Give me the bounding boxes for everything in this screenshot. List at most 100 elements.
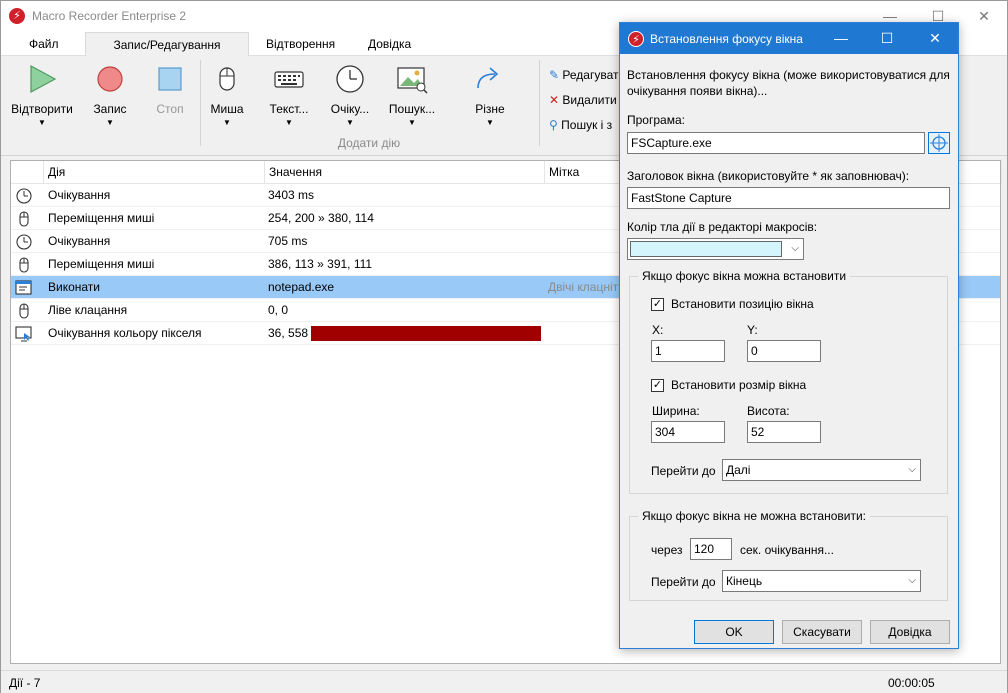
- row-value-text: 386, 113 » 391, 111: [268, 257, 373, 271]
- mouse-button[interactable]: Миша ▼: [193, 62, 261, 127]
- row-label: [548, 184, 620, 207]
- tab-record-edit[interactable]: Запис/Редагування: [85, 32, 249, 56]
- row-label: [548, 207, 620, 230]
- wait-label: Очіку...: [330, 102, 370, 116]
- record-button[interactable]: Запис ▼: [76, 62, 144, 127]
- fail-goto-select[interactable]: Кінець ⌵: [722, 570, 921, 592]
- row-value: 3403 ms: [268, 184, 544, 207]
- tab-playback[interactable]: Відтворення: [252, 32, 349, 56]
- color-swatch: [630, 241, 782, 257]
- mouse-icon: [219, 67, 235, 91]
- mouse-icon: [15, 302, 33, 320]
- row-action: Очікування кольору пікселя: [48, 326, 202, 340]
- set-size-checkbox[interactable]: ✓: [651, 379, 664, 392]
- clock-icon: [15, 187, 33, 205]
- program-input[interactable]: FSCapture.exe: [627, 132, 925, 154]
- chevron-down-icon: ⌵: [908, 464, 916, 475]
- bg-color-select[interactable]: ⌵: [627, 238, 804, 260]
- monitor-pixel-icon: [15, 325, 33, 343]
- fail-goto-value: Кінець: [726, 574, 763, 588]
- width-label: Ширина:: [652, 404, 700, 418]
- keyboard-icon: [274, 71, 304, 88]
- row-value-text: 0, 0: [268, 303, 289, 317]
- header-action[interactable]: Дія: [44, 161, 265, 184]
- delete-x-icon: ✕: [549, 93, 560, 107]
- stop-icon: [158, 67, 182, 91]
- tab-file[interactable]: Файл: [15, 32, 73, 56]
- dialog-minimize-button[interactable]: —: [818, 23, 864, 54]
- redo-arrow-icon: [477, 67, 499, 89]
- row-value: notepad.exe: [268, 276, 544, 299]
- help-button[interactable]: Довідка: [870, 620, 950, 644]
- play-label: Відтворити: [11, 102, 73, 116]
- status-bar: Дії - 7 00:00:05: [1, 670, 1007, 693]
- dialog-title-bar: ⚡ Встановлення фокусу вікна — ☐ ✕: [620, 23, 958, 54]
- header-value[interactable]: Значення: [265, 161, 545, 184]
- header-icon-column: [11, 161, 44, 184]
- row-action: Переміщення миші: [48, 257, 155, 271]
- dialog-maximize-button[interactable]: ☐: [864, 23, 910, 54]
- mouse-icon: [15, 256, 33, 274]
- set-position-label: Встановити позицію вікна: [671, 297, 814, 311]
- search-icon: ⚲: [549, 118, 558, 132]
- app-logo-icon: ⚡: [9, 8, 25, 24]
- height-input[interactable]: 52: [747, 421, 821, 443]
- row-label: [548, 322, 620, 345]
- dialog-close-button[interactable]: ✕: [912, 23, 958, 54]
- fail-group-title: Якщо фокус вікна не можна встановити:: [638, 509, 870, 523]
- seconds-label: сек. очікування...: [740, 543, 834, 557]
- row-value-text: 705 ms: [268, 234, 308, 248]
- text-button[interactable]: Текст... ▼: [255, 62, 323, 127]
- find-replace-button[interactable]: ⚲ Пошук і з: [549, 118, 612, 132]
- ok-button[interactable]: OK: [694, 620, 774, 644]
- clock-icon: [336, 65, 364, 93]
- dialog-description: Встановлення фокусу вікна (може використ…: [627, 68, 950, 98]
- row-value-text: 3403 ms: [268, 188, 315, 202]
- record-icon: [97, 66, 123, 92]
- focus-fail-group: Якщо фокус вікна не можна встановити: че…: [629, 509, 948, 601]
- chevron-down-icon: ▼: [285, 118, 293, 127]
- window-picker-button[interactable]: [928, 132, 950, 154]
- tab-help[interactable]: Довідка: [354, 32, 425, 56]
- width-input[interactable]: 304: [651, 421, 725, 443]
- misc-button[interactable]: Різне ▼: [456, 62, 524, 127]
- x-input[interactable]: 1: [651, 340, 725, 362]
- window-run-icon: [15, 279, 33, 297]
- wait-seconds-input[interactable]: 120: [690, 538, 732, 560]
- app-logo-icon: ⚡: [628, 31, 644, 47]
- set-position-checkbox[interactable]: ✓: [651, 298, 664, 311]
- set-window-focus-dialog: ⚡ Встановлення фокусу вікна — ☐ ✕ Встано…: [619, 22, 959, 649]
- dialog-title: Встановлення фокусу вікна: [650, 32, 803, 46]
- chevron-down-icon: ▼: [38, 118, 46, 127]
- play-button[interactable]: Відтворити ▼: [8, 62, 76, 127]
- row-value-text: 36, 558: [268, 326, 309, 340]
- row-label: [548, 253, 620, 276]
- image-search-icon: [397, 67, 428, 94]
- row-value: 254, 200 » 380, 114: [268, 207, 544, 230]
- close-button[interactable]: ✕: [961, 1, 1007, 32]
- success-goto-label: Перейти до: [651, 464, 716, 478]
- wait-button[interactable]: Очіку... ▼: [316, 62, 384, 127]
- group-label-add-action: Додати дію: [337, 136, 401, 150]
- success-goto-select[interactable]: Далі ⌵: [722, 459, 921, 481]
- delete-action-button[interactable]: ✕ Видалити: [549, 93, 617, 107]
- y-input[interactable]: 0: [747, 340, 821, 362]
- misc-label: Різне: [475, 102, 505, 116]
- search-button[interactable]: Пошук... ▼: [378, 62, 446, 127]
- edit-action-button[interactable]: ✎ Редагувати: [549, 68, 625, 82]
- set-size-label: Встановити розмір вікна: [671, 378, 807, 392]
- success-goto-value: Далі: [726, 463, 751, 477]
- search-label: Пошук...: [388, 102, 436, 116]
- row-action: Очікування: [48, 234, 111, 248]
- cancel-button[interactable]: Скасувати: [782, 620, 862, 644]
- row-action: Виконати: [48, 280, 101, 294]
- window-title-label: Заголовок вікна (використовуйте * як зап…: [627, 169, 910, 183]
- chevron-down-icon: ▼: [486, 118, 494, 127]
- row-value-text: notepad.exe: [268, 280, 335, 294]
- elapsed-time: 00:00:05: [888, 676, 935, 690]
- window-title-input[interactable]: FastStone Capture: [627, 187, 950, 209]
- chevron-down-icon: ▼: [223, 118, 231, 127]
- find-label: Пошук і з: [561, 118, 613, 132]
- row-value: 0, 0: [268, 299, 544, 322]
- bg-color-label: Колір тла дії в редакторі макросів:: [627, 220, 818, 234]
